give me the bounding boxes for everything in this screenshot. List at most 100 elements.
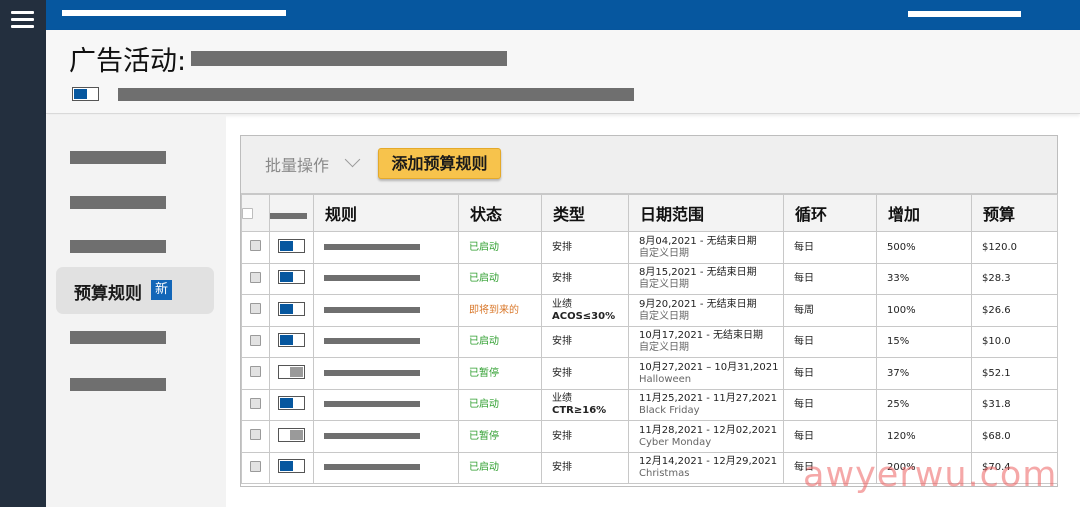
sidenav-item-redacted[interactable] xyxy=(70,151,166,164)
budget-cell: $52.1 xyxy=(971,357,1058,390)
rule-enable-toggle[interactable] xyxy=(278,333,305,347)
type-text: 业绩 xyxy=(552,298,572,310)
row-checkbox[interactable] xyxy=(250,334,261,346)
table-row[interactable]: 已启动 业绩 CTR≥16% 11月25,2021 - 11月27,2021 Black… xyxy=(241,389,1058,421)
rule-enable-toggle[interactable] xyxy=(278,301,305,316)
cycle-cell: 每日 xyxy=(783,389,877,421)
rule-name-redacted[interactable] xyxy=(324,432,420,439)
increase-cell: 120% xyxy=(876,420,972,453)
rule-name-redacted[interactable] xyxy=(324,401,420,407)
toggle-header-redacted xyxy=(270,212,307,219)
row-checkbox[interactable] xyxy=(250,303,261,314)
rule-enable-toggle[interactable] xyxy=(278,270,305,284)
date-range-text: 12月14,2021 - 12月29,2021 xyxy=(639,456,778,467)
date-range-cell: 11月25,2021 - 11月27,2021 Black Friday xyxy=(628,389,784,421)
row-checkbox[interactable] xyxy=(250,460,261,472)
date-range-text: 8月04,2021 - 无结束日期 xyxy=(639,235,757,247)
sidenav-item-redacted[interactable] xyxy=(70,378,166,391)
increase-cell: 37% xyxy=(876,357,972,390)
add-budget-rule-button[interactable]: 添加预算规则 xyxy=(378,148,501,179)
row-select-cell xyxy=(241,263,270,295)
increase-cell: 15% xyxy=(876,326,972,358)
sidenav-item-redacted[interactable] xyxy=(70,240,166,253)
type-text: 安排 xyxy=(552,241,572,253)
rule-name-redacted[interactable] xyxy=(324,306,420,313)
type-cell: 安排 xyxy=(541,231,629,264)
column-header-rule[interactable]: 规则 xyxy=(313,194,459,232)
rule-name-redacted[interactable] xyxy=(324,369,420,376)
rule-enable-toggle[interactable] xyxy=(278,427,305,442)
table-row[interactable]: 已启动 安排 8月04,2021 - 无结束日期 自定义日期 每日 500% $120.0 xyxy=(241,231,1058,264)
type-cell: 安排 xyxy=(541,357,629,390)
date-range-label: Black Friday xyxy=(639,405,700,416)
status-cell: 已启动 xyxy=(458,231,542,264)
status-text: 已启动 xyxy=(469,462,499,473)
status-cell: 已暂停 xyxy=(458,420,542,453)
column-header-type[interactable]: 类型 xyxy=(541,194,629,232)
type-cell: 业绩 CTR≥16% xyxy=(541,389,629,421)
table-row[interactable]: 已暂停 安排 11月28,2021 - 12月02,2021 Cyber Monday… xyxy=(241,420,1058,453)
select-all-checkbox[interactable] xyxy=(242,207,253,219)
rule-name-cell xyxy=(313,294,459,327)
date-range-label: Christmas xyxy=(639,468,690,479)
row-toggle-cell xyxy=(269,357,314,390)
table-row[interactable]: 已暂停 安排 10月27,2021 – 10月31,2021 Halloween 每日 3… xyxy=(241,357,1058,390)
sidenav-item-redacted[interactable] xyxy=(70,331,166,344)
type-condition: ACOS≤30% xyxy=(552,310,616,322)
row-checkbox[interactable] xyxy=(250,429,261,440)
rule-enable-toggle[interactable] xyxy=(278,459,305,473)
cycle-cell: 每周 xyxy=(783,294,877,327)
rule-name-redacted[interactable] xyxy=(324,275,420,281)
rule-name-cell xyxy=(313,420,459,453)
date-range-cell: 9月20,2021 - 无结束日期 自定义日期 xyxy=(628,294,784,327)
status-text: 已启动 xyxy=(469,399,499,410)
topbar-redacted-link[interactable] xyxy=(908,11,1021,17)
hamburger-menu-icon[interactable] xyxy=(11,11,34,31)
row-select-cell xyxy=(241,452,270,484)
table-header-row: 规则 状态 类型 日期范围 循环 增加 预算 xyxy=(241,194,1058,232)
rule-name-redacted[interactable] xyxy=(324,243,420,250)
row-checkbox[interactable] xyxy=(250,397,261,409)
top-bar xyxy=(46,0,1080,30)
date-range-cell: 8月04,2021 - 无结束日期 自定义日期 xyxy=(628,231,784,264)
row-toggle-cell xyxy=(269,263,314,295)
bulk-actions-dropdown[interactable]: 批量操作 xyxy=(265,152,329,176)
page-title: 广告活动: xyxy=(69,46,187,77)
status-text: 已启动 xyxy=(469,241,499,253)
toggle-header-cell xyxy=(269,194,314,232)
campaign-toggle[interactable] xyxy=(72,87,99,101)
increase-cell: 33% xyxy=(876,263,972,295)
date-range-cell: 11月28,2021 - 12月02,2021 Cyber Monday xyxy=(628,420,784,453)
date-range-text: 11月28,2021 - 12月02,2021 xyxy=(639,424,778,436)
card-toolbar: 批量操作 添加预算规则 xyxy=(241,136,1057,194)
date-range-label: 自定义日期 xyxy=(639,342,689,353)
column-header-date-range[interactable]: 日期范围 xyxy=(628,194,784,232)
column-header-cycle[interactable]: 循环 xyxy=(783,194,877,232)
rule-enable-toggle[interactable] xyxy=(278,364,305,379)
date-range-text: 9月20,2021 - 无结束日期 xyxy=(639,298,757,310)
rule-name-cell xyxy=(313,326,459,358)
column-header-status[interactable]: 状态 xyxy=(458,194,542,232)
table-row[interactable]: 已启动 安排 8月15,2021 - 无结束日期 自定义日期 每日 33% $28.3 xyxy=(241,263,1058,295)
sidenav-item-redacted[interactable] xyxy=(70,196,166,209)
row-checkbox[interactable] xyxy=(250,240,261,251)
rule-enable-toggle[interactable] xyxy=(278,238,305,253)
type-cell: 安排 xyxy=(541,420,629,453)
type-text: 安排 xyxy=(552,336,572,347)
chevron-down-icon[interactable] xyxy=(344,151,361,168)
sidenav-item-budget-rules[interactable]: 预算规则 新 xyxy=(56,267,214,314)
rule-enable-toggle[interactable] xyxy=(278,396,305,410)
cycle-cell: 每日 xyxy=(783,231,877,264)
app-page: 广告活动: 预算规则 新 批量操作 添加预算规则 规则 状态 类型 日期范围 循… xyxy=(0,0,1080,507)
table-row[interactable]: 已启动 安排 10月17,2021 - 无结束日期 自定义日期 每日 15% $10.0 xyxy=(241,326,1058,358)
budget-cell: $10.0 xyxy=(971,326,1058,358)
row-checkbox[interactable] xyxy=(250,271,261,283)
rule-name-redacted[interactable] xyxy=(324,464,420,470)
column-header-budget[interactable]: 预算 xyxy=(971,194,1058,232)
column-header-increase[interactable]: 增加 xyxy=(876,194,972,232)
type-text: 业绩 xyxy=(552,393,572,404)
rule-name-redacted[interactable] xyxy=(324,338,420,344)
row-checkbox[interactable] xyxy=(250,366,261,377)
table-row[interactable]: 即将到来的 业绩 ACOS≤30% 9月20,2021 - 无结束日期 自定义日期 每周 1… xyxy=(241,294,1058,327)
type-cell: 业绩 ACOS≤30% xyxy=(541,294,629,327)
